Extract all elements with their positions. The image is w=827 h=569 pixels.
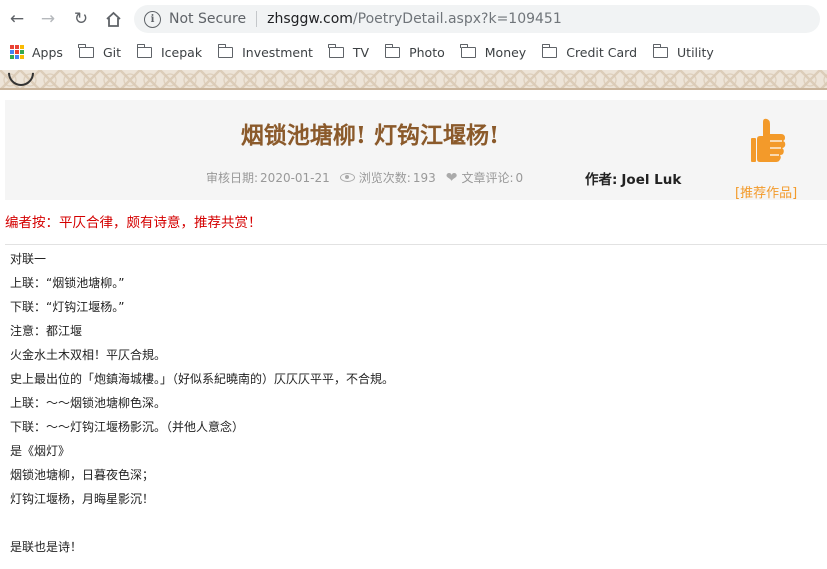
author-info: 作者: Joel Luk [585, 168, 681, 188]
browser-chrome: ← → ↻ i Not Secure zhsggw.com/PoetryDeta… [0, 0, 827, 70]
bookmark-git[interactable]: Git [78, 43, 121, 60]
body-line: 注意：都江堰 [10, 324, 83, 338]
folder-icon [384, 43, 401, 58]
bookmark-credit-card[interactable]: Credit Card [541, 43, 638, 60]
comment-count: 0 [515, 170, 524, 185]
author-label: 作者: [585, 172, 618, 188]
bookmark-label: Icepak [161, 44, 203, 60]
eye-icon [339, 173, 355, 182]
bookmark-label: Money [484, 44, 527, 60]
author-name: Joel Luk [621, 172, 682, 188]
url-host: zhsggw.com [267, 11, 353, 27]
review-date: 2020-01-21 [260, 170, 330, 185]
bookmark-label: Utility [677, 44, 714, 60]
decorative-pattern-band [0, 70, 827, 90]
body-line: 对联一 [10, 252, 47, 266]
folder-icon [217, 43, 234, 58]
body-line [10, 515, 394, 539]
folder-icon [460, 43, 476, 58]
views-label: 浏览次数: [358, 171, 411, 185]
bookmark-label: Photo [409, 44, 445, 60]
home-icon[interactable] [103, 9, 123, 29]
folder-icon [136, 43, 152, 58]
comments-label: 文章评论: [461, 171, 514, 185]
address-bar[interactable]: i Not Secure zhsggw.com/PoetryDetail.asp… [134, 5, 820, 33]
bookmark-icepak[interactable]: Icepak [136, 43, 203, 60]
security-label: Not Secure [169, 11, 247, 27]
bookmark-label: Investment [242, 44, 313, 60]
bookmark-label: Apps [32, 44, 63, 60]
url-path: /PoetryDetail.aspx?k=109451 [352, 11, 562, 27]
address-row: ← → ↻ i Not Secure zhsggw.com/PoetryDeta… [0, 0, 827, 38]
body-line: 是《烟灯》 [10, 444, 71, 458]
folder-icon [652, 43, 669, 58]
bookmark-label: Credit Card [566, 44, 638, 60]
body-line: 下联：～～灯钩江堰杨影沉。（并他人意念） [10, 420, 245, 434]
view-count: 193 [412, 170, 436, 185]
body-line: 灯钩江堰杨，月晦星影沉！ [10, 492, 155, 506]
bookmark-money[interactable]: Money [460, 43, 527, 60]
apps-grid-icon [10, 45, 24, 59]
bookmark-tv[interactable]: TV [328, 43, 370, 60]
body-line: 史上最出位的「炮鎮海城樓。」（好似系紀曉南的）仄仄仄平平，不合規。 [10, 372, 395, 386]
thumbs-up-icon[interactable] [748, 118, 788, 168]
divider [5, 244, 827, 245]
body-line: 下联：“灯钩江堰杨。” [10, 300, 125, 314]
review-date-label: 审核日期: [206, 171, 259, 185]
bookmark-apps[interactable]: Apps [10, 45, 63, 60]
body-line: 烟锁池塘柳，日暮夜色深； [10, 468, 155, 482]
article-title: 烟锁池塘柳! 灯钩江堰杨! [240, 122, 500, 149]
recommend-link[interactable]: [推荐作品] [735, 182, 797, 201]
body-line: 上联：～～烟锁池塘柳色深。 [10, 396, 167, 410]
body-line: 火金水土木双相！平仄合規。 [10, 348, 167, 362]
folder-icon [541, 43, 558, 58]
bookmark-label: Git [102, 44, 121, 60]
bookmark-label: TV [352, 44, 370, 60]
article-body: 对联一 上联：“烟锁池塘柳。” 下联：“灯钩江堰杨。” 注意：都江堰 火金水土木… [10, 251, 394, 563]
editor-note: 编者按：平仄合律，颇有诗意，推荐共赏！ [5, 215, 262, 231]
bookmarks-bar: Apps Git Icepak Investment TV Photo Mone… [0, 38, 827, 66]
forward-arrow-icon[interactable]: → [38, 9, 58, 29]
article-meta: 审核日期: 2020-01-21 浏览次数: 193 ❤ 文章评论: 0 [206, 169, 523, 186]
reload-icon[interactable]: ↻ [71, 9, 91, 29]
bookmark-investment[interactable]: Investment [217, 43, 313, 60]
folder-icon [78, 43, 94, 58]
back-arrow-icon[interactable]: ← [7, 9, 27, 29]
address-separator [256, 11, 258, 27]
folder-icon [328, 43, 344, 58]
body-line: 上联：“烟锁池塘柳。” [10, 276, 125, 290]
bookmark-photo[interactable]: Photo [384, 43, 445, 60]
bookmark-utility[interactable]: Utility [652, 43, 714, 60]
body-line: 是联也是诗！ [10, 540, 83, 554]
heart-icon: ❤ [445, 169, 458, 186]
info-icon[interactable]: i [144, 10, 161, 28]
